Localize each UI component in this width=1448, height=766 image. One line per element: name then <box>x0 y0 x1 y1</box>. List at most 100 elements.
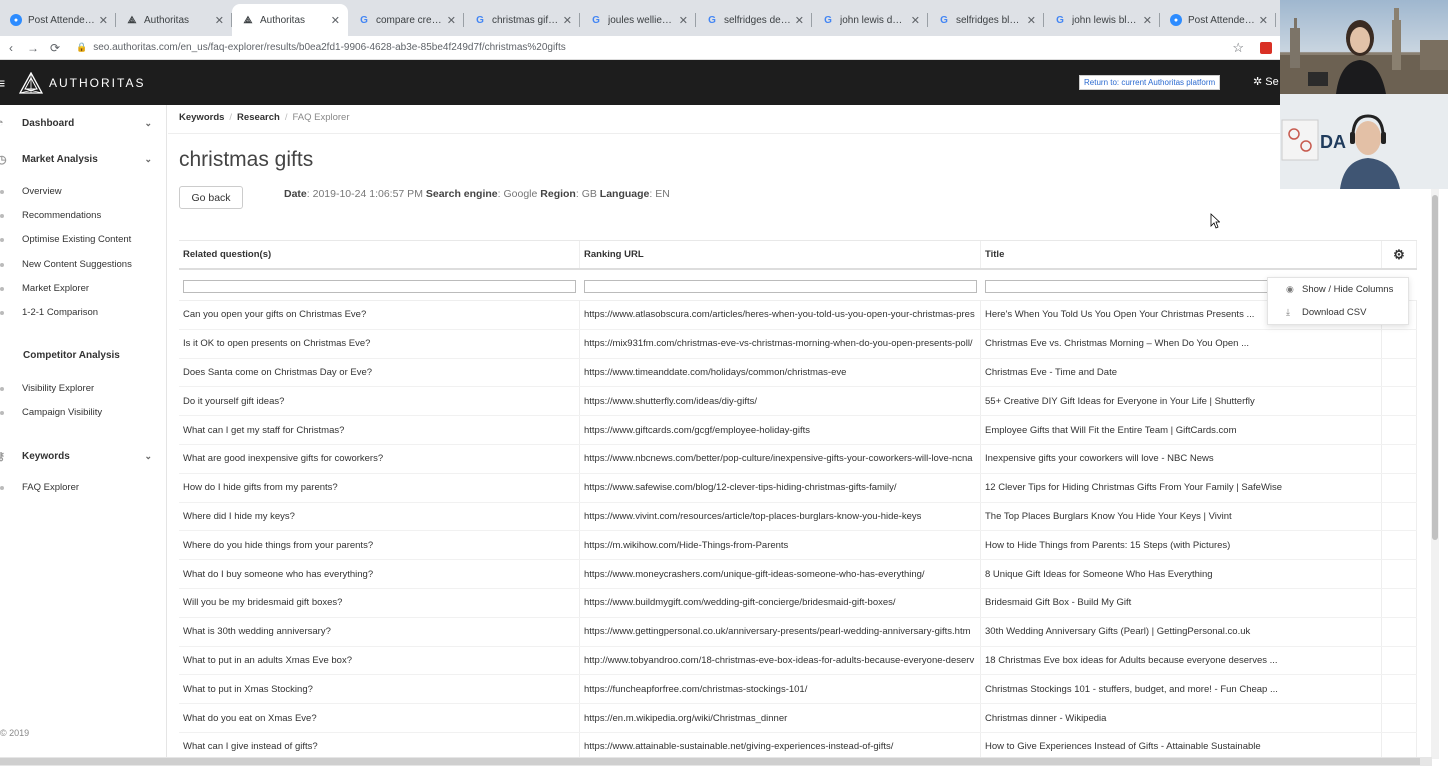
extension-icon[interactable] <box>1260 41 1272 54</box>
ranking-url-cell[interactable]: https://www.giftcards.com/gcgf/employee-… <box>580 416 981 444</box>
breadcrumb-separator: / <box>229 112 233 123</box>
google-icon: G <box>708 14 716 26</box>
empty-cell <box>1382 588 1417 617</box>
ranking-url-cell[interactable]: https://www.buildmygift.com/wedding-gift… <box>580 588 981 617</box>
tab-title: compare credit c <box>376 14 443 26</box>
chevron-down-icon: ⌄ <box>144 117 152 128</box>
bullet-icon <box>0 310 4 315</box>
close-icon[interactable]: ✕ <box>215 14 224 27</box>
column-header-title[interactable]: Title <box>981 241 1382 268</box>
table-row: What do I buy someone who has everything… <box>179 560 1417 589</box>
sidebar-item-campaign-visibility[interactable]: Campaign Visibility <box>0 407 160 418</box>
ranking-url-cell[interactable]: https://www.shutterfly.com/ideas/diy-gif… <box>580 387 981 416</box>
authoritas-icon: ⟁ <box>127 14 137 26</box>
ranking-url-cell[interactable]: http://www.tobyandroo.com/18-christmas-e… <box>580 646 981 675</box>
close-icon[interactable]: ✕ <box>795 14 804 27</box>
zoom-icon: ● <box>10 14 22 26</box>
browser-tab[interactable]: Gjohn lewis delive ✕ <box>812 4 928 36</box>
ranking-url-cell[interactable]: https://funcheapforfree.com/christmas-st… <box>580 675 981 704</box>
sidebar-item-faq-explorer[interactable]: FAQ Explorer <box>0 482 160 493</box>
hamburger-menu-icon[interactable]: ≡ <box>0 75 11 91</box>
close-icon[interactable]: ✕ <box>1027 14 1036 27</box>
breadcrumb: Keywords / Research / FAQ Explorer <box>179 112 350 123</box>
sidebar-item-market-explorer[interactable]: Market Explorer <box>0 283 160 294</box>
show-hide-columns-item[interactable]: ◉ Show / Hide Columns <box>1268 278 1408 301</box>
ranking-url-cell[interactable]: https://www.safewise.com/blog/12-clever-… <box>580 473 981 502</box>
browser-tab[interactable]: Gjohn lewis black ✕ <box>1044 4 1160 36</box>
divider <box>168 133 1280 134</box>
close-icon[interactable]: ✕ <box>99 14 108 27</box>
question-cell: What do you eat on Xmas Eve? <box>179 704 580 732</box>
browser-tab[interactable]: Gselfridges deliver ✕ <box>696 4 812 36</box>
ranking-url-cell[interactable]: https://www.gettingpersonal.co.uk/annive… <box>580 617 981 646</box>
close-icon[interactable]: ✕ <box>911 14 920 27</box>
question-cell: What can I get my staff for Christmas? <box>179 416 580 444</box>
sidebar-label: Market Analysis <box>22 154 98 165</box>
download-csv-item[interactable]: ⤓ Download CSV <box>1268 301 1408 324</box>
return-platform-button[interactable]: Return to: current Authoritas platform <box>1079 75 1221 90</box>
chevron-down-icon: ⌄ <box>144 451 152 461</box>
sidebar-item-keywords[interactable]: ⚷ Keywords ⌄ <box>0 450 160 463</box>
sidebar-item-overview[interactable]: Overview <box>0 186 160 197</box>
ranking-url-cell[interactable]: https://m.wikihow.com/Hide-Things-from-P… <box>580 531 981 560</box>
sidebar-item-1-2-1-comparison[interactable]: 1-2-1 Comparison <box>0 307 160 318</box>
download-icon: ⤓ <box>1286 307 1290 317</box>
table-header: Related question(s) Ranking URL Title ⚙ <box>179 240 1417 270</box>
sidebar-item-new-content-suggestions[interactable]: New Content Suggestions <box>0 259 160 270</box>
empty-cell <box>1382 646 1417 675</box>
browser-tab[interactable]: ● Post Attendee - ✕ <box>0 4 116 36</box>
horizontal-scroll-thumb[interactable] <box>0 758 1420 765</box>
close-icon[interactable]: ✕ <box>679 14 688 27</box>
url-field[interactable]: 🔒 seo.authoritas.com/en_us/faq-explorer/… <box>76 42 1232 53</box>
settings-menu[interactable]: ✲ Se <box>1253 75 1279 88</box>
browser-tab[interactable]: Gselfridges black f ✕ <box>928 4 1044 36</box>
ranking-url-cell[interactable]: https://en.m.wikipedia.org/wiki/Christma… <box>580 704 981 732</box>
back-arrow-icon[interactable]: ‹ <box>0 41 22 55</box>
brand-name: AUTHORITAS <box>49 75 146 90</box>
breadcrumb-separator: / <box>284 112 288 123</box>
browser-tab[interactable]: ⟁ Authoritas ✕ <box>116 4 232 36</box>
close-icon[interactable]: ✕ <box>447 14 456 27</box>
filter-cell <box>580 276 981 294</box>
sidebar-item-visibility-explorer[interactable]: Visibility Explorer <box>0 383 160 394</box>
ranking-url-cell[interactable]: https://www.atlasobscura.com/articles/he… <box>580 301 981 329</box>
table-row: Can you open your gifts on Christmas Eve… <box>179 301 1417 330</box>
filter-url-input[interactable] <box>584 280 977 293</box>
go-back-button[interactable]: Go back <box>179 186 243 209</box>
vertical-scroll-thumb[interactable] <box>1432 195 1438 540</box>
browser-tab[interactable]: Gchristmas gifts jo ✕ <box>464 4 580 36</box>
ranking-url-cell[interactable]: https://www.nbcnews.com/better/pop-cultu… <box>580 444 981 473</box>
close-icon[interactable]: ✕ <box>563 14 572 27</box>
browser-tab[interactable]: ⟁ Authoritas ✕ <box>232 4 348 36</box>
close-icon[interactable]: ✕ <box>331 14 340 27</box>
url-text: seo.authoritas.com/en_us/faq-explorer/re… <box>93 42 566 53</box>
breadcrumb-keywords[interactable]: Keywords <box>179 112 224 123</box>
browser-tab[interactable]: Gjoules wellies - G ✕ <box>580 4 696 36</box>
sidebar-item-dashboard[interactable]: ◔ Dashboard ⌄ <box>0 117 160 129</box>
sidebar-item-competitor-analysis[interactable]: Competitor Analysis <box>23 350 183 361</box>
close-icon[interactable]: ✕ <box>1143 14 1152 27</box>
browser-tab[interactable]: ● Post Attendee - ✕ <box>1160 4 1276 36</box>
column-header-ranking-url[interactable]: Ranking URL <box>580 241 981 268</box>
ranking-url-cell[interactable]: https://mix931fm.com/christmas-eve-vs-ch… <box>580 329 981 358</box>
filter-questions-input[interactable] <box>183 280 576 293</box>
sidebar-item-recommendations[interactable]: Recommendations <box>0 210 160 221</box>
sidebar-item-market-analysis[interactable]: ◷ Market Analysis ⌄ <box>0 153 160 166</box>
forward-arrow-icon[interactable]: → <box>22 41 44 55</box>
close-icon[interactable]: ✕ <box>1259 14 1268 27</box>
video-feed-image <box>1280 8 1448 94</box>
browser-tab[interactable]: Gcompare credit c ✕ <box>348 4 464 36</box>
bookmark-star-icon[interactable]: ☆ <box>1232 40 1244 56</box>
reload-icon[interactable]: ⟳ <box>44 41 66 55</box>
empty-cell <box>1382 560 1417 588</box>
ranking-url-cell[interactable]: https://www.vivint.com/resources/article… <box>580 502 981 531</box>
question-cell: Where did I hide my keys? <box>179 502 580 531</box>
ranking-url-cell[interactable]: https://www.timeanddate.com/holidays/com… <box>580 358 981 387</box>
column-settings-gear-icon[interactable]: ⚙ <box>1382 241 1417 268</box>
column-header-questions[interactable]: Related question(s) <box>179 241 580 268</box>
breadcrumb-research[interactable]: Research <box>237 112 280 123</box>
title-cell: Christmas dinner - Wikipedia <box>981 704 1382 732</box>
sidebar-item-optimise-existing-content[interactable]: Optimise Existing Content <box>0 234 160 245</box>
ranking-url-cell[interactable]: https://www.moneycrashers.com/unique-gif… <box>580 560 981 588</box>
key-icon: ⚷ <box>0 451 6 463</box>
